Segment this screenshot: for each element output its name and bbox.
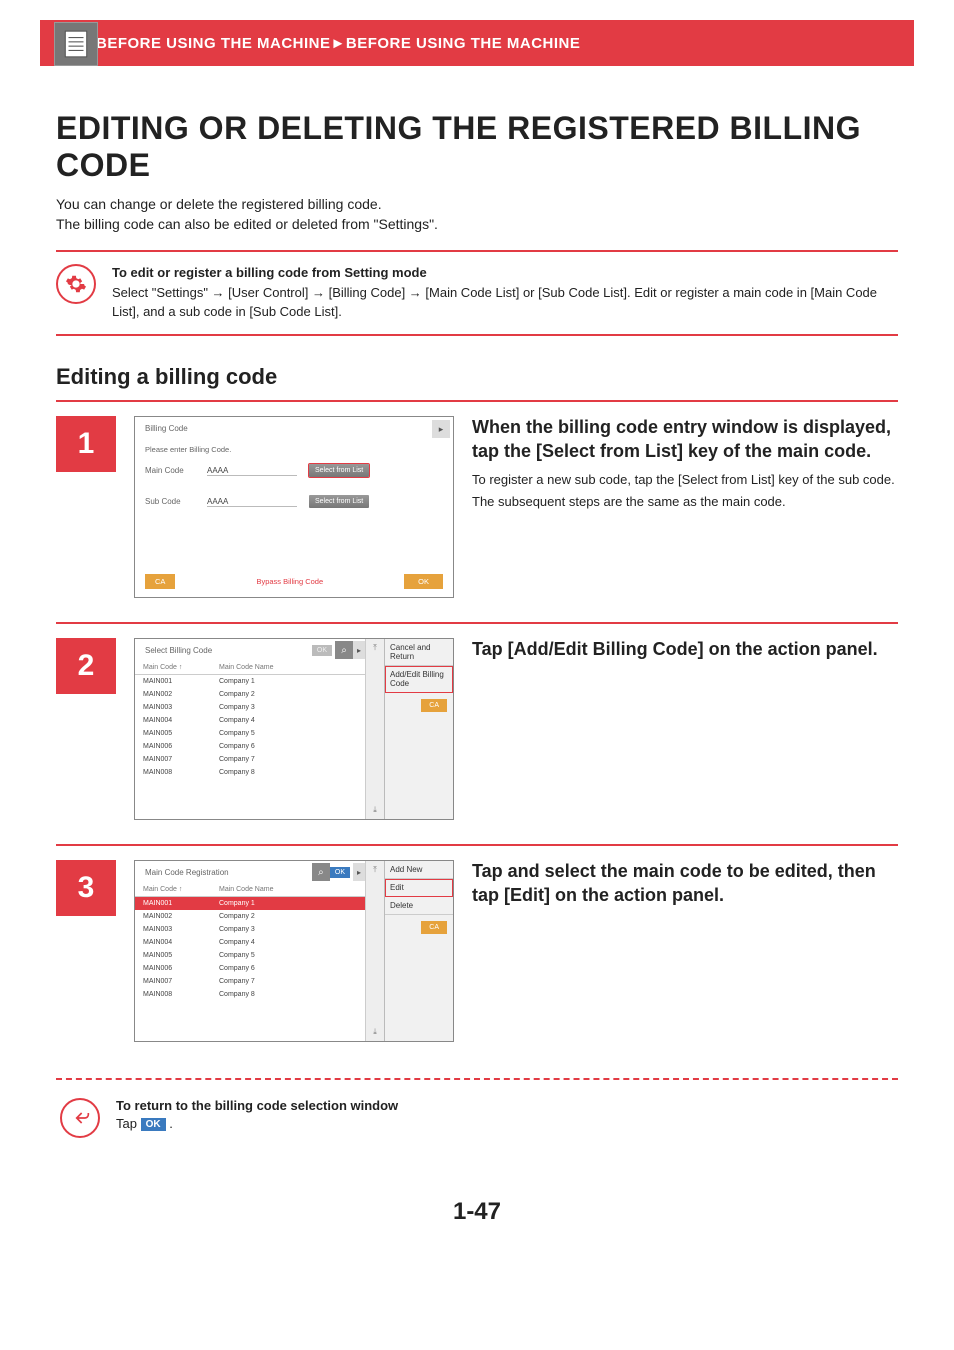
- shot2-action-panel: Cancel and Return Add/Edit Billing Code …: [384, 639, 453, 819]
- delete-action[interactable]: Delete: [385, 897, 453, 915]
- shot3-ok-button[interactable]: OK: [330, 867, 350, 878]
- return-note: To return to the billing code selection …: [56, 1098, 898, 1168]
- page-title: EDITING OR DELETING THE REGISTERED BILLI…: [56, 110, 898, 184]
- step-2: 2 Select Billing Code OK ⌕ ▸ Main Code ↑…: [56, 622, 898, 844]
- table-row[interactable]: MAIN008Company 8: [135, 988, 365, 1001]
- select-from-list-main-button[interactable]: Select from List: [309, 464, 369, 477]
- step-2-heading: Tap [Add/Edit Billing Code] on the actio…: [472, 638, 898, 661]
- shot2-title: Select Billing Code: [135, 646, 312, 655]
- step-3-heading: Tap and select the main code to be edite…: [472, 860, 898, 907]
- table-row[interactable]: MAIN003Company 3: [135, 923, 365, 936]
- return-tap-line: Tap OK .: [116, 1116, 398, 1131]
- shot1-maincode-value[interactable]: AAAA: [207, 466, 297, 476]
- scroll-up-icon[interactable]: ⤒: [373, 643, 377, 653]
- shot1-subcode-label: Sub Code: [145, 497, 195, 506]
- table-row[interactable]: MAIN006Company 6: [135, 740, 365, 753]
- scroll-down-icon[interactable]: ⤓: [373, 805, 377, 815]
- return-arrow-icon: [60, 1098, 100, 1138]
- add-new-action[interactable]: Add New: [385, 861, 453, 879]
- intro-line-2: The billing code can also be edited or d…: [56, 216, 898, 232]
- settings-gear-icon: [56, 264, 96, 304]
- select-from-list-sub-button[interactable]: Select from List: [309, 495, 369, 508]
- add-edit-billing-code-action[interactable]: Add/Edit Billing Code: [385, 666, 453, 693]
- dashed-divider: [56, 1078, 898, 1080]
- shot1-subtitle: Please enter Billing Code.: [135, 439, 453, 460]
- shot3-col-1[interactable]: Main Code: [143, 886, 177, 893]
- section-heading: Editing a billing code: [56, 364, 898, 390]
- intro-text: You can change or delete the registered …: [56, 196, 898, 232]
- info-block: To edit or register a billing code from …: [56, 250, 898, 337]
- scroll-down-icon[interactable]: ⤓: [373, 1027, 377, 1037]
- table-row[interactable]: MAIN006Company 6: [135, 962, 365, 975]
- shot1-title: Billing Code: [135, 424, 453, 433]
- shot1-maincode-label: Main Code: [145, 466, 195, 475]
- intro-line-1: You can change or delete the registered …: [56, 196, 898, 212]
- table-row[interactable]: MAIN008Company 8: [135, 766, 365, 779]
- shot1-ca-button[interactable]: CA: [145, 574, 175, 589]
- table-row[interactable]: MAIN002Company 2: [135, 910, 365, 923]
- return-heading: To return to the billing code selection …: [116, 1098, 398, 1113]
- step-1-screenshot: Billing Code ▸ Please enter Billing Code…: [134, 416, 454, 598]
- breadcrumb-bar: BEFORE USING THE MACHINE►BEFORE USING TH…: [40, 20, 914, 66]
- table-row[interactable]: MAIN001Company 1: [135, 897, 365, 911]
- table-row[interactable]: MAIN007Company 7: [135, 753, 365, 766]
- shot1-subcode-value[interactable]: AAAA: [207, 497, 297, 507]
- step-1-heading: When the billing code entry window is di…: [472, 416, 898, 463]
- shot2-col-1[interactable]: Main Code: [143, 664, 177, 671]
- info-heading: To edit or register a billing code from …: [112, 264, 898, 283]
- table-row[interactable]: MAIN001Company 1: [135, 675, 365, 689]
- search-icon[interactable]: ⌕: [312, 863, 330, 881]
- scroll-up-icon[interactable]: ⤒: [373, 865, 377, 875]
- table-row[interactable]: MAIN005Company 5: [135, 949, 365, 962]
- edit-action[interactable]: Edit: [385, 879, 453, 897]
- table-row[interactable]: MAIN007Company 7: [135, 975, 365, 988]
- breadcrumb-1: BEFORE USING THE MACHINE: [96, 35, 331, 52]
- step-3-number: 3: [56, 860, 116, 916]
- step-1: 1 Billing Code ▸ Please enter Billing Co…: [56, 400, 898, 622]
- shot2-col-2[interactable]: Main Code Name: [211, 661, 365, 675]
- ok-chip[interactable]: OK: [141, 1118, 166, 1131]
- step-1-number: 1: [56, 416, 116, 472]
- shot3-scrollbar[interactable]: ⤒⤓: [365, 861, 384, 1041]
- table-row[interactable]: MAIN003Company 3: [135, 701, 365, 714]
- shot2-ok-button[interactable]: OK: [312, 645, 332, 656]
- search-icon[interactable]: ⌕: [335, 641, 353, 659]
- step-2-screenshot: Select Billing Code OK ⌕ ▸ Main Code ↑Ma…: [134, 638, 454, 820]
- table-row[interactable]: MAIN005Company 5: [135, 727, 365, 740]
- table-row[interactable]: MAIN004Company 4: [135, 936, 365, 949]
- header-doc-icon: [54, 22, 98, 66]
- panel-toggle-icon[interactable]: ▸: [432, 420, 450, 438]
- shot3-ca-button[interactable]: CA: [421, 921, 447, 934]
- cancel-and-return-action[interactable]: Cancel and Return: [385, 639, 453, 666]
- step-2-number: 2: [56, 638, 116, 694]
- panel-toggle-icon[interactable]: ▸: [353, 863, 365, 881]
- step-1-p2: The subsequent steps are the same as the…: [472, 493, 898, 511]
- shot3-col-2[interactable]: Main Code Name: [211, 883, 365, 897]
- panel-toggle-icon[interactable]: ▸: [353, 641, 365, 659]
- shot3-title: Main Code Registration: [135, 868, 312, 877]
- breadcrumb-2: BEFORE USING THE MACHINE: [346, 35, 581, 52]
- shot2-ca-button[interactable]: CA: [421, 699, 447, 712]
- shot3-action-panel: Add New Edit Delete CA: [384, 861, 453, 1041]
- shot1-ok-button[interactable]: OK: [404, 574, 443, 589]
- table-row[interactable]: MAIN002Company 2: [135, 688, 365, 701]
- shot2-table: Main Code ↑Main Code Name MAIN001Company…: [135, 661, 365, 779]
- step-1-p1: To register a new sub code, tap the [Sel…: [472, 471, 898, 489]
- shot1-bypass-link[interactable]: Bypass Billing Code: [185, 577, 394, 586]
- info-body: Select "Settings" → [User Control] → [Bi…: [112, 284, 898, 322]
- shot3-table: Main Code ↑Main Code Name MAIN001Company…: [135, 883, 365, 1001]
- shot2-scrollbar[interactable]: ⤒⤓: [365, 639, 384, 819]
- page-number: 1-47: [56, 1198, 898, 1226]
- table-row[interactable]: MAIN004Company 4: [135, 714, 365, 727]
- breadcrumb-sep: ►: [331, 35, 346, 52]
- step-3: 3 Main Code Registration ⌕ OK ▸ Main Cod…: [56, 844, 898, 1066]
- step-3-screenshot: Main Code Registration ⌕ OK ▸ Main Code …: [134, 860, 454, 1042]
